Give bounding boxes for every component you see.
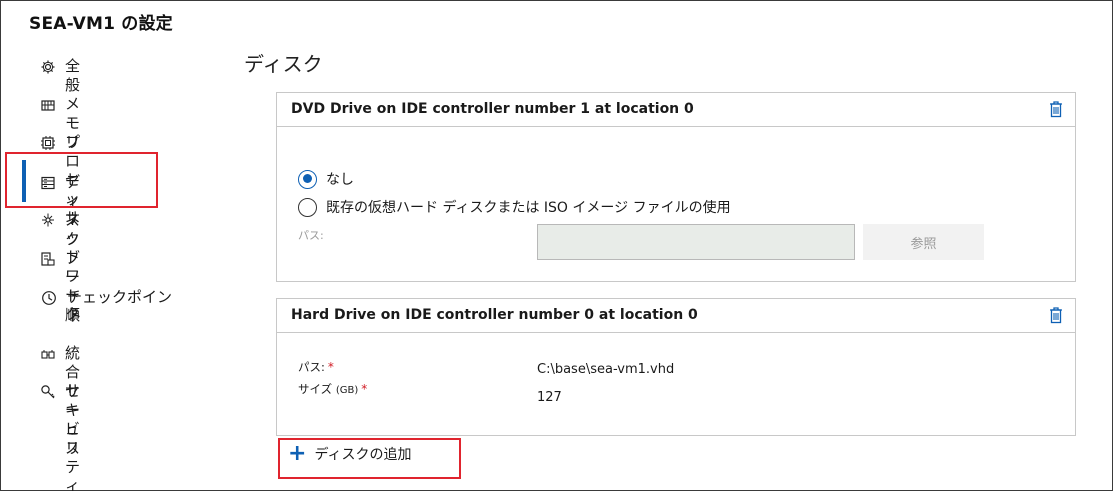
hd-path-label: パス: * <box>298 359 334 375</box>
hd-path-label-text: パス: <box>298 360 325 374</box>
hd-size-label: サイズ (GB) * <box>298 381 367 397</box>
memory-icon <box>40 96 56 114</box>
highlight-box-add-disk <box>278 438 461 479</box>
trash-icon <box>1050 307 1062 324</box>
clock-icon <box>40 289 58 307</box>
path-label: パス: <box>298 229 324 242</box>
trash-icon <box>1050 101 1062 118</box>
hd-panel-title: Hard Drive on IDE controller number 0 at… <box>291 307 698 323</box>
dvd-panel-title: DVD Drive on IDE controller number 1 at … <box>291 101 694 117</box>
sidebar-item-general[interactable]: 全般 <box>40 57 82 95</box>
highlight-box-disk <box>5 152 158 208</box>
radio-button[interactable] <box>298 197 317 217</box>
path-input[interactable] <box>537 224 855 260</box>
hd-size-value: 127 <box>537 390 562 405</box>
hard-drive-panel: Hard Drive on IDE controller number 0 at… <box>276 298 1076 436</box>
dvd-drive-panel: DVD Drive on IDE controller number 1 at … <box>276 92 1076 282</box>
sidebar-item-label: 全般 <box>65 57 81 94</box>
delete-dvd-button[interactable] <box>1048 100 1064 118</box>
hd-size-unit: (GB) <box>335 385 359 396</box>
radio-button-checked[interactable] <box>298 169 317 189</box>
radio-label: なし <box>326 172 354 188</box>
sidebar-item-label: セキュリティ <box>65 382 81 491</box>
radio-option-iso[interactable]: 既存の仮想ハード ディスクまたは ISO イメージ ファイルの使用 <box>298 197 731 217</box>
hd-path-value: C:\base\sea-vm1.vhd <box>537 362 675 377</box>
required-mark: * <box>361 382 368 396</box>
window-title: SEA-VM1 の設定 <box>29 14 173 34</box>
key-icon <box>40 383 56 401</box>
radio-label: 既存の仮想ハード ディスクまたは ISO イメージ ファイルの使用 <box>326 200 731 216</box>
processor-icon <box>40 134 56 152</box>
required-mark: * <box>327 360 334 374</box>
sidebar-item-security[interactable]: セキュリティ <box>40 382 82 491</box>
network-icon <box>40 211 56 229</box>
boot-order-icon <box>40 250 56 268</box>
delete-hd-button[interactable] <box>1048 306 1064 324</box>
browse-button[interactable]: 参照 <box>863 224 984 260</box>
sidebar-item-label: チェックポイント <box>67 288 173 325</box>
section-title: ディスク <box>244 52 323 76</box>
hd-panel-header: Hard Drive on IDE controller number 0 at… <box>277 299 1075 333</box>
sidebar-item-checkpoints[interactable]: チェックポイント <box>40 288 179 326</box>
integration-icon <box>40 345 56 363</box>
gear-icon <box>40 58 56 76</box>
radio-option-none[interactable]: なし <box>298 169 354 189</box>
dvd-panel-header: DVD Drive on IDE controller number 1 at … <box>277 93 1075 127</box>
hd-size-label-text: サイズ <box>298 382 333 396</box>
